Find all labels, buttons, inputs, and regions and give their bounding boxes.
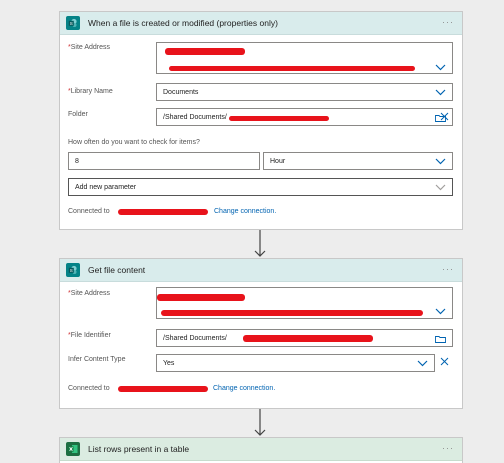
- flow-arrow-icon: [254, 409, 266, 436]
- redaction: [169, 66, 415, 71]
- sharepoint-icon: S: [66, 16, 80, 30]
- list-rows-card: List rows present in a table ···: [59, 437, 463, 463]
- site-address-label: *Site Address: [68, 44, 111, 51]
- interval-input[interactable]: 8: [68, 152, 260, 170]
- redaction: [157, 294, 245, 301]
- connected-to-label: Connected to: [68, 385, 110, 392]
- chevron-down-icon: [435, 308, 446, 315]
- library-name-value: Documents: [163, 88, 199, 96]
- folder-icon[interactable]: [435, 335, 446, 343]
- chevron-down-icon: [417, 360, 428, 367]
- infer-content-type-value: Yes: [163, 359, 175, 367]
- change-connection-link[interactable]: Change connection.: [214, 208, 276, 215]
- list-rows-header[interactable]: List rows present in a table ···: [60, 438, 462, 461]
- frequency-unit-value: Hour: [270, 157, 286, 165]
- frequency-label: How often do you want to check for items…: [68, 139, 200, 146]
- library-name-label: *Library Name: [68, 88, 113, 95]
- clear-folder-icon[interactable]: [440, 112, 449, 121]
- svg-text:S: S: [70, 268, 73, 273]
- trigger-card-header[interactable]: S When a file is created or modified (pr…: [60, 12, 462, 35]
- chevron-down-icon: [435, 158, 446, 165]
- site-address-dropdown[interactable]: [156, 287, 453, 319]
- infer-content-type-dropdown[interactable]: Yes: [156, 354, 435, 372]
- chevron-down-icon: [435, 184, 446, 191]
- frequency-unit-dropdown[interactable]: Hour: [263, 152, 453, 170]
- add-parameter-label: Add new parameter: [75, 183, 137, 191]
- more-options-icon[interactable]: ···: [442, 264, 454, 274]
- list-rows-title: List rows present in a table: [88, 444, 190, 454]
- infer-content-type-label: Infer Content Type: [68, 356, 126, 363]
- get-file-content-card: S Get file content ··· *Site Address *Fi…: [59, 258, 463, 409]
- more-options-icon[interactable]: ···: [442, 17, 454, 27]
- chevron-down-icon: [435, 64, 446, 71]
- sharepoint-icon: S: [66, 263, 80, 277]
- trigger-title: When a file is created or modified (prop…: [88, 18, 278, 28]
- connected-to-label: Connected to: [68, 208, 110, 215]
- more-options-icon[interactable]: ···: [442, 443, 454, 453]
- trigger-card: S When a file is created or modified (pr…: [59, 11, 463, 230]
- chevron-down-icon: [435, 89, 446, 96]
- interval-value: 8: [75, 157, 79, 165]
- redaction: [161, 310, 423, 316]
- redaction: [118, 386, 208, 392]
- folder-label: Folder: [68, 111, 88, 118]
- site-address-dropdown[interactable]: [156, 42, 453, 74]
- excel-icon: [66, 442, 80, 456]
- svg-text:S: S: [70, 21, 73, 26]
- site-address-label: *Site Address: [68, 290, 111, 297]
- folder-input[interactable]: /Shared Documents/: [156, 108, 453, 126]
- get-file-content-title: Get file content: [88, 265, 146, 275]
- file-identifier-input[interactable]: /Shared Documents/: [156, 329, 453, 347]
- get-file-content-header[interactable]: S Get file content ···: [60, 259, 462, 282]
- add-parameter-dropdown[interactable]: Add new parameter: [68, 178, 453, 196]
- redaction: [118, 209, 208, 215]
- library-name-dropdown[interactable]: Documents: [156, 83, 453, 101]
- folder-value: /Shared Documents/: [163, 113, 227, 121]
- redaction: [229, 116, 329, 121]
- clear-infer-icon[interactable]: [440, 357, 449, 366]
- change-connection-link[interactable]: Change connection.: [213, 385, 275, 392]
- redaction: [165, 48, 245, 55]
- file-identifier-value: /Shared Documents/: [163, 334, 227, 342]
- flow-arrow-icon: [254, 230, 266, 257]
- redaction: [243, 335, 373, 342]
- file-identifier-label: *File Identifier: [68, 332, 111, 339]
